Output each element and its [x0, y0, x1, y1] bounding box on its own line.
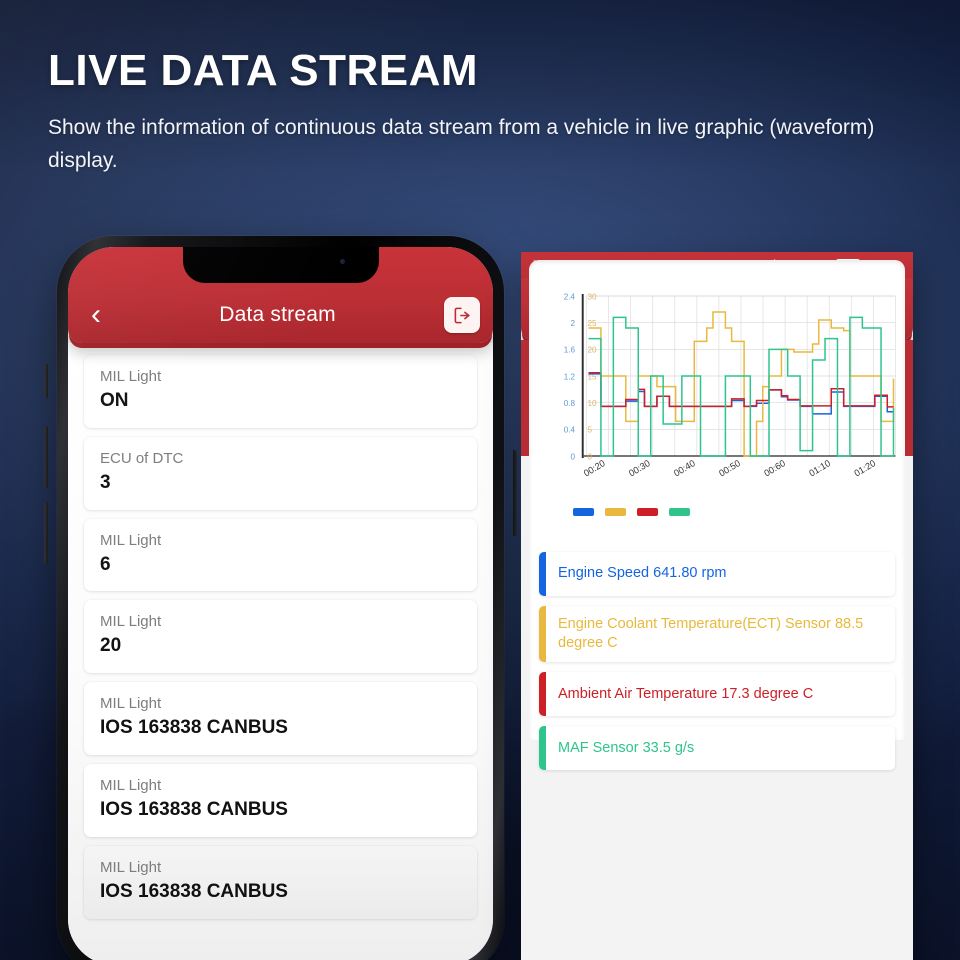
item-label: MIL Light — [100, 858, 162, 876]
svg-text:0.8: 0.8 — [564, 398, 576, 408]
svg-text:20: 20 — [588, 345, 597, 355]
data-stream-list[interactable]: MIL Light ON ECU of DTC 3 MIL Light 6 MI… — [68, 343, 493, 960]
item-value: IOS 163838 CANBUS — [100, 798, 288, 820]
list-item[interactable]: MIL Light IOS 163838 CANBUS — [84, 682, 477, 755]
svg-text:00:50: 00:50 — [717, 458, 742, 479]
svg-text:2: 2 — [571, 318, 576, 328]
phone-volume-up-button[interactable] — [44, 426, 48, 488]
svg-text:0: 0 — [588, 451, 593, 461]
legend-swatch-maf-sensor — [669, 508, 690, 516]
back-button[interactable]: ‹ — [68, 300, 124, 330]
left-phone-screen: ‹ Data stream MIL Light ON ECU of DTC 3 … — [68, 247, 493, 960]
exit-arrow-icon — [454, 307, 470, 323]
phone-notch — [182, 247, 379, 283]
list-item[interactable]: MIL Light IOS 163838 CANBUS — [84, 845, 477, 919]
item-value: IOS 163838 CANBUS — [100, 717, 288, 739]
item-value: ON — [100, 390, 129, 411]
parameter-row-list[interactable]: Engine Speed 641.80 rpm Engine Coolant T… — [529, 552, 905, 960]
svg-text:01:20: 01:20 — [853, 458, 878, 479]
svg-text:10: 10 — [588, 398, 597, 408]
row-color-bar — [539, 606, 546, 663]
svg-text:2.4: 2.4 — [564, 291, 576, 301]
row-text: Ambient Air Temperature 17.3 degree C — [558, 685, 814, 702]
row-color-bar — [539, 552, 546, 596]
legend-swatch-engine-speed — [573, 508, 594, 516]
svg-text:00:40: 00:40 — [672, 458, 697, 479]
svg-text:1.6: 1.6 — [564, 345, 576, 355]
chart-svg: 00.40.81.21.622.405101520253000:20 00:30 0… — [564, 291, 896, 479]
svg-text:5: 5 — [588, 425, 593, 435]
item-label: ECU of DTC — [100, 449, 184, 467]
row-text: MAF Sensor 33.5 g/s — [558, 739, 695, 756]
page-title: LIVE DATA STREAM — [48, 46, 479, 95]
phone-power-button[interactable] — [513, 450, 517, 536]
phone-mute-switch[interactable] — [44, 364, 48, 398]
item-value: 3 — [100, 471, 111, 493]
svg-text:01:10: 01:10 — [808, 458, 833, 479]
item-value: 6 — [100, 553, 111, 575]
headline-block: LIVE DATA STREAM Show the information of… — [48, 46, 928, 177]
live-data-chart: 0 0.4 0.8 1.2 1.6 2 2.4 0 5 10 15 20 25 30 00:20 00:30 0… — [529, 288, 905, 498]
list-item[interactable]: MIL Light ON — [84, 355, 477, 428]
svg-text:0.4: 0.4 — [564, 425, 576, 435]
left-phone-device: ‹ Data stream MIL Light ON ECU of DTC 3 … — [44, 236, 517, 960]
svg-text:25: 25 — [588, 318, 597, 328]
item-label: MIL Light — [100, 368, 162, 385]
item-label: MIL Light — [100, 531, 162, 549]
promo-banner: LIVE DATA STREAM Show the information of… — [0, 0, 960, 960]
item-label: MIL Light — [100, 695, 162, 713]
item-value: IOS 163838 CANBUS — [100, 880, 288, 902]
row-text: Engine Coolant Temperature(ECT) Sensor 8… — [558, 616, 864, 652]
svg-text:00:20: 00:20 — [582, 458, 607, 479]
page-subtitle: Show the information of continuous data … — [48, 116, 875, 172]
svg-text:00:30: 00:30 — [627, 458, 652, 479]
item-value: 20 — [100, 635, 122, 657]
list-item[interactable]: MIL Light 20 — [84, 600, 477, 674]
svg-text:1.2: 1.2 — [564, 371, 576, 381]
chart-legend — [573, 508, 690, 516]
list-item[interactable]: MIL Light IOS 163838 CANBUS — [84, 763, 477, 837]
right-phone-screen: × 33% 15:01 — [521, 252, 913, 960]
legend-swatch-ambient-temp — [637, 508, 658, 516]
list-item[interactable]: MIL Light 6 — [84, 518, 477, 592]
row-color-bar — [539, 726, 546, 771]
list-item[interactable]: ECU of DTC 3 — [84, 436, 477, 510]
row-text: Engine Speed 641.80 rpm — [558, 565, 727, 582]
legend-swatch-coolant-temp — [605, 508, 626, 516]
table-row[interactable]: MAF Sensor 33.5 g/s — [539, 726, 895, 771]
phone-volume-down-button[interactable] — [44, 502, 48, 564]
svg-text:0: 0 — [571, 451, 576, 461]
table-row[interactable]: Engine Coolant Temperature(ECT) Sensor 8… — [539, 606, 895, 663]
item-label: MIL Light — [100, 776, 162, 794]
table-row[interactable]: Engine Speed 641.80 rpm — [539, 552, 895, 596]
front-camera-icon — [339, 259, 345, 264]
app-bar-title: Data stream — [219, 303, 336, 326]
exit-button[interactable] — [431, 297, 493, 333]
svg-text:30: 30 — [588, 291, 597, 301]
svg-text:00:60: 00:60 — [762, 458, 787, 479]
item-label: MIL Light — [100, 613, 162, 631]
table-row[interactable]: Ambient Air Temperature 17.3 degree C — [539, 672, 895, 717]
row-color-bar — [539, 672, 546, 717]
